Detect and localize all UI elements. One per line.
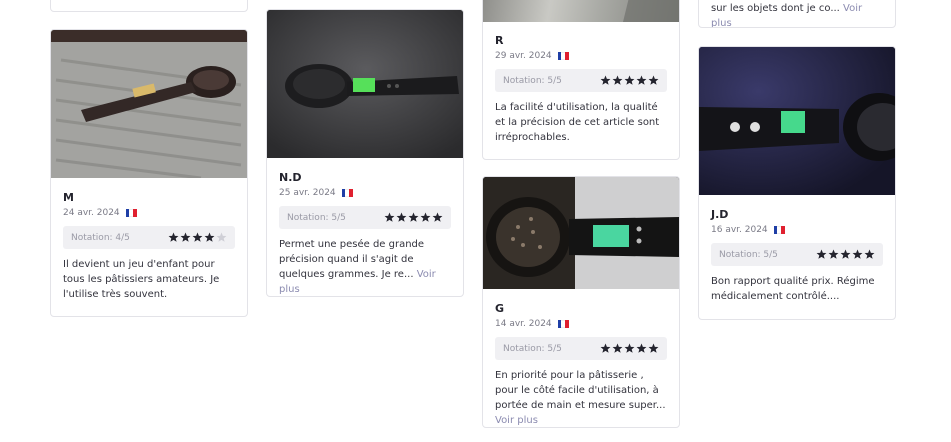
review-card: G 14 avr. 2024 Notation: 5/5 En priorité… (482, 176, 680, 428)
review-rating: Notation: 5/5 (711, 243, 883, 266)
star-icon (408, 212, 419, 222)
star-icon (840, 249, 851, 259)
rating-label: Notation: 5/5 (503, 75, 562, 86)
star-icon (192, 232, 203, 242)
review-card-partial-col4: sur les objets dont je co... Voir plus (698, 0, 896, 28)
star-icon (420, 212, 431, 222)
flag-fr-icon (341, 189, 353, 197)
review-date: 14 avr. 2024 (495, 319, 552, 329)
review-text: Il devient un jeu d'enfant pour tous les… (63, 257, 235, 302)
review-card: N.D 25 avr. 2024 Notation: 5/5 Permet un… (266, 9, 464, 297)
review-date-row: 16 avr. 2024 (711, 225, 883, 235)
star-icon (612, 75, 623, 85)
star-icon (432, 212, 443, 222)
star-icon (600, 75, 611, 85)
review-text-content: En priorité pour la pâtisserie , pour le… (495, 370, 666, 411)
see-more-link[interactable]: Voir plus (495, 415, 538, 426)
review-card-partial-col3: R 29 avr. 2024 Notation: 5/5 La facilité… (482, 0, 680, 160)
review-text: En priorité pour la pâtisserie , pour le… (495, 368, 667, 427)
review-author: N.D (279, 171, 302, 184)
stars (816, 249, 875, 260)
review-rating: Notation: 4/5 (63, 226, 235, 249)
star-icon (648, 343, 659, 353)
review-date-row: 25 avr. 2024 (279, 188, 451, 198)
star-icon (624, 343, 635, 353)
flag-fr-icon (557, 320, 569, 328)
rating-label: Notation: 5/5 (503, 343, 562, 354)
review-date-row: 14 avr. 2024 (495, 319, 667, 329)
review-text-content: Permet une pesée de grande précision qua… (279, 239, 425, 280)
review-photo[interactable] (483, 177, 679, 289)
star-icon (636, 343, 647, 353)
star-icon (624, 75, 635, 85)
review-text-content: La facilité d'utilisation, la qualité et… (495, 102, 660, 143)
star-icon (828, 249, 839, 259)
review-date-row: 24 avr. 2024 (63, 208, 235, 218)
rating-label: Notation: 4/5 (71, 232, 130, 243)
review-text-content: Bon rapport qualité prix. Régime médical… (711, 276, 875, 302)
star-icon (852, 249, 863, 259)
flag-fr-icon (773, 226, 785, 234)
flag-fr-icon (125, 209, 137, 217)
review-text: sur les objets dont je co... Voir plus (699, 1, 895, 27)
stars (600, 75, 659, 86)
review-date-row: 29 avr. 2024 (495, 51, 667, 61)
review-author: R (495, 34, 504, 47)
star-icon (612, 343, 623, 353)
review-author: M (63, 191, 74, 204)
review-photo[interactable] (483, 0, 679, 22)
review-author: J.D (711, 208, 729, 221)
review-text: Permet une pesée de grande précision qua… (279, 237, 451, 296)
review-date: 25 avr. 2024 (279, 188, 336, 198)
star-icon (180, 232, 191, 242)
flag-fr-icon (557, 52, 569, 60)
review-card: M 24 avr. 2024 Notation: 4/5 Il devient … (50, 29, 248, 317)
review-text: La facilité d'utilisation, la qualité et… (495, 100, 667, 145)
review-text-content: sur les objets dont je co... (711, 3, 840, 14)
review-date: 24 avr. 2024 (63, 208, 120, 218)
star-icon (204, 232, 215, 242)
review-rating: Notation: 5/5 (279, 206, 451, 229)
rating-label: Notation: 5/5 (719, 249, 778, 260)
star-icon (216, 232, 227, 242)
star-icon (384, 212, 395, 222)
rating-label: Notation: 5/5 (287, 212, 346, 223)
review-date: 16 avr. 2024 (711, 225, 768, 235)
review-text: Bon rapport qualité prix. Régime médical… (711, 274, 883, 304)
review-photo[interactable] (51, 30, 247, 178)
review-author: G (495, 302, 505, 315)
star-icon (636, 75, 647, 85)
stars (168, 232, 227, 243)
star-icon (396, 212, 407, 222)
review-photo[interactable] (699, 47, 895, 195)
star-icon (168, 232, 179, 242)
star-icon (816, 249, 827, 259)
review-card: J.D 16 avr. 2024 Notation: 5/5 Bon rappo… (698, 46, 896, 320)
star-icon (600, 343, 611, 353)
star-icon (648, 75, 659, 85)
review-text-content: Il devient un jeu d'enfant pour tous les… (63, 259, 220, 300)
review-date: 29 avr. 2024 (495, 51, 552, 61)
review-photo[interactable] (267, 10, 463, 158)
review-card-partial-col1 (50, 0, 248, 12)
stars (600, 343, 659, 354)
star-icon (864, 249, 875, 259)
review-rating: Notation: 5/5 (495, 337, 667, 360)
stars (384, 212, 443, 223)
review-rating: Notation: 5/5 (495, 69, 667, 92)
